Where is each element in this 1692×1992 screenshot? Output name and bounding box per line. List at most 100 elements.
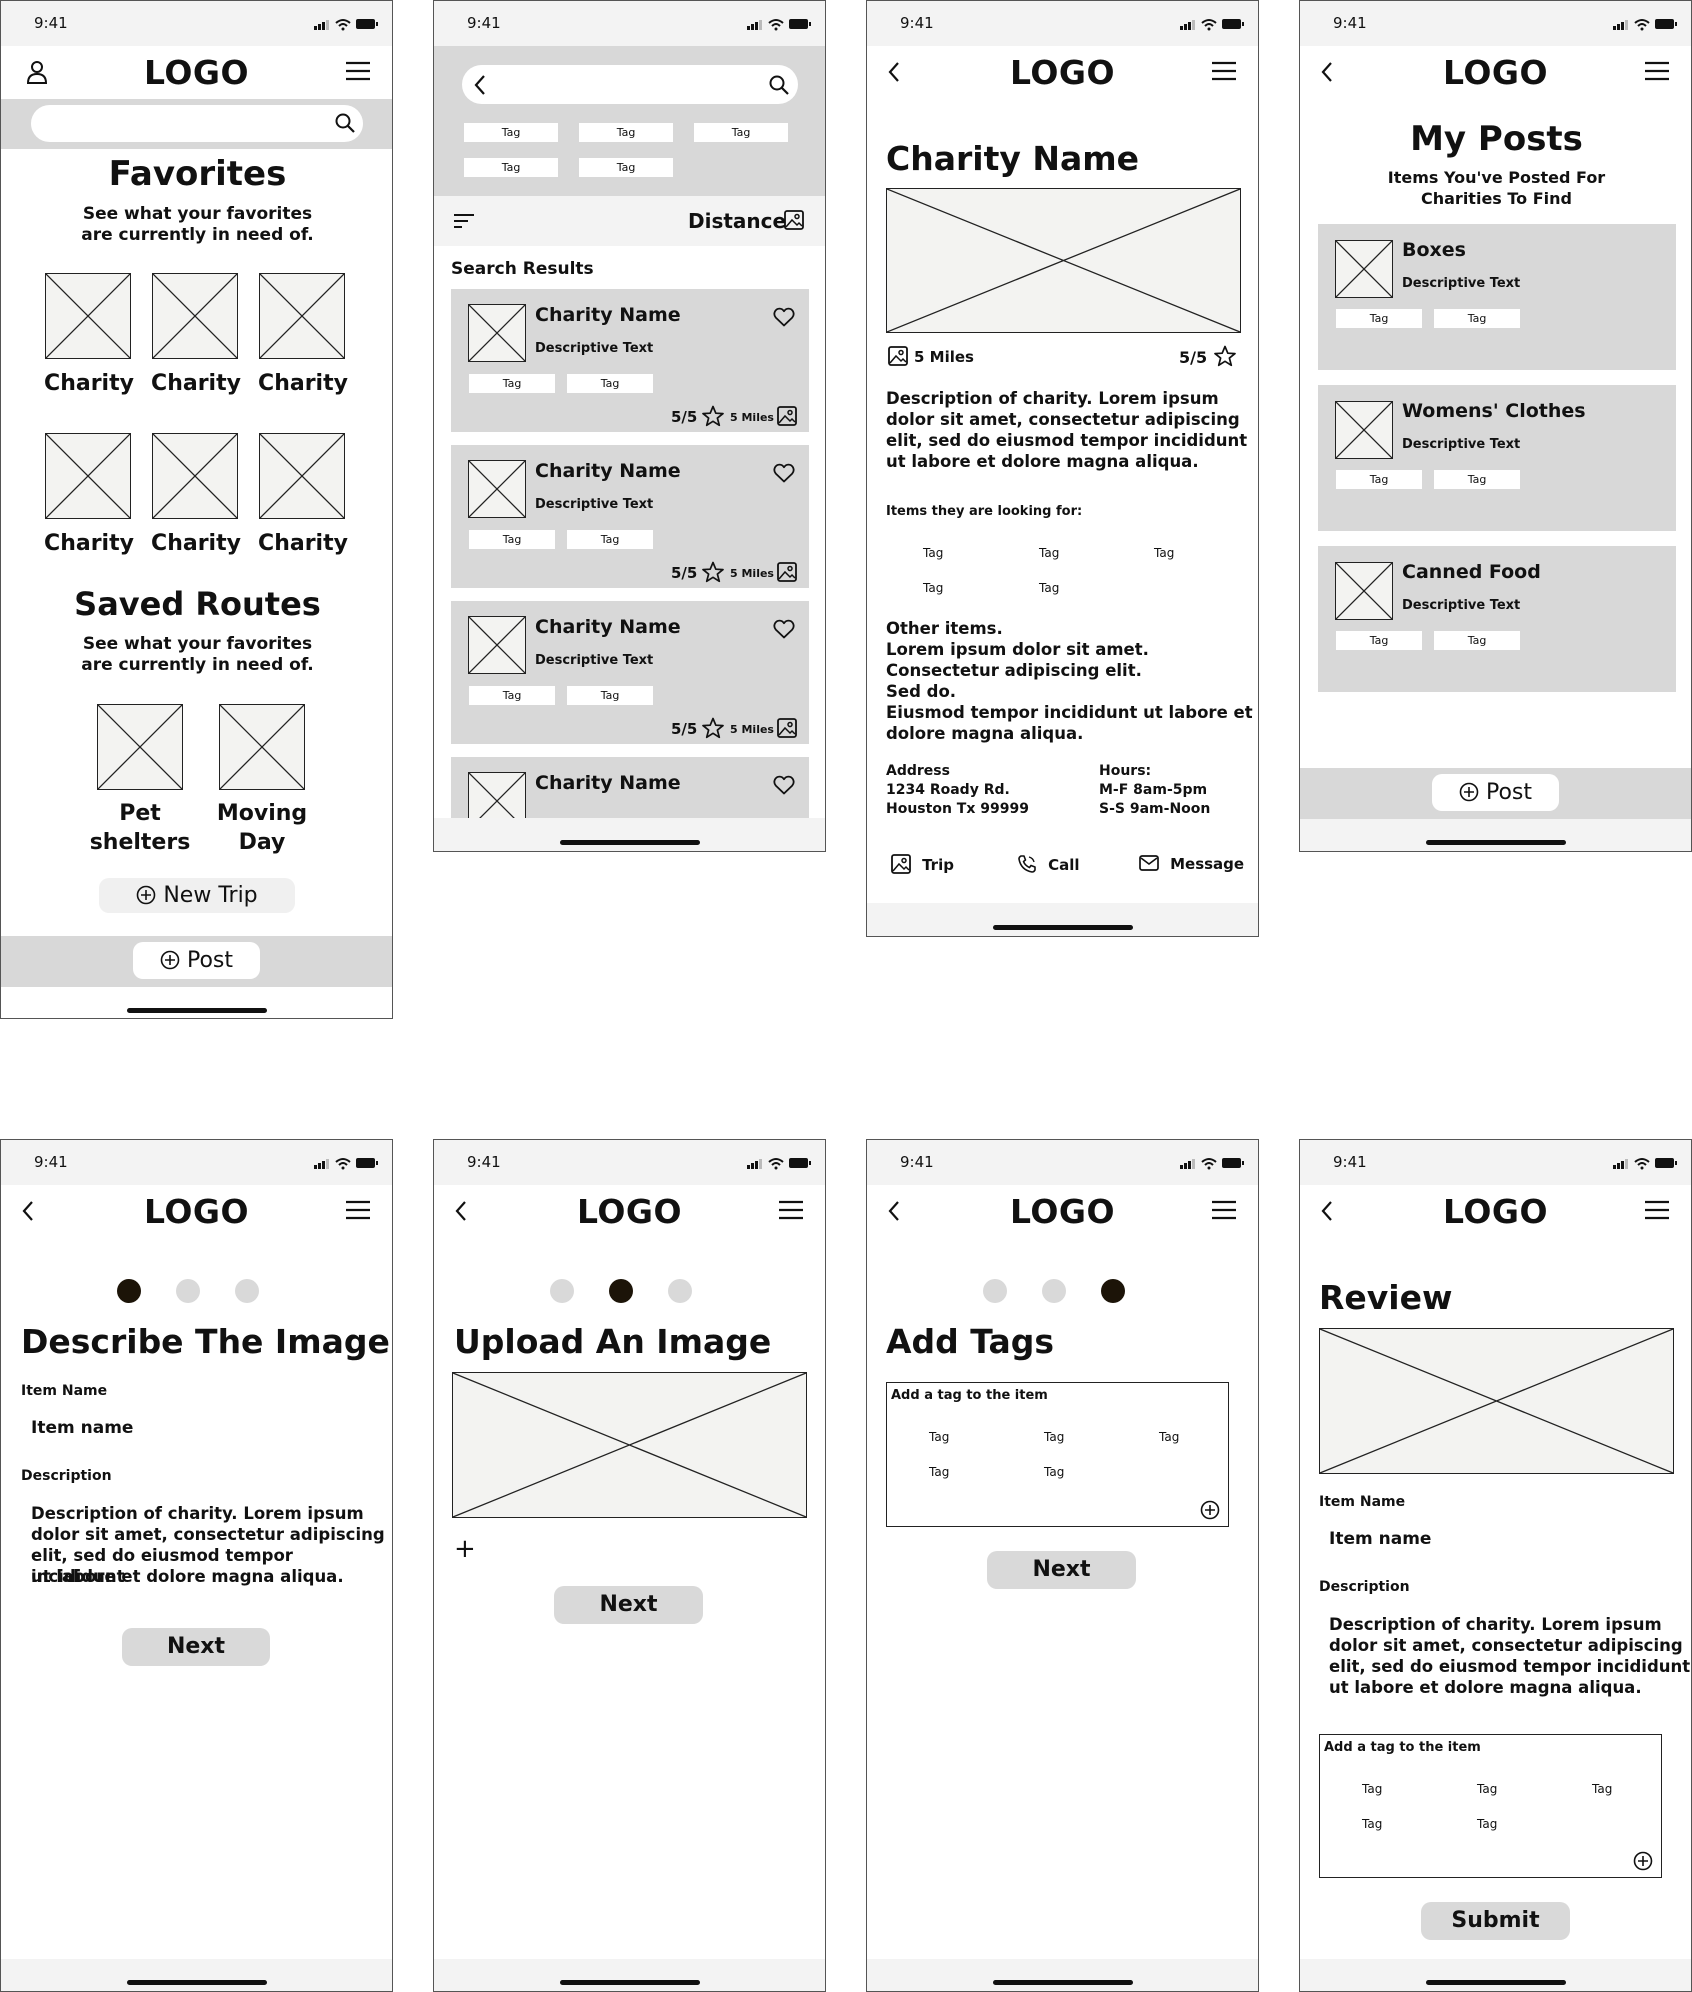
tag[interactable]: Tag (1044, 1430, 1064, 1444)
tag[interactable]: Tag (469, 374, 555, 393)
charity-description-line: dolor sit amet, consectetur adipiscing (886, 410, 1240, 429)
trip-action[interactable]: Trip (891, 854, 971, 876)
submit-button[interactable]: Submit (1421, 1902, 1570, 1940)
tag[interactable]: Tag (1336, 631, 1422, 650)
description-field-line[interactable]: dolor sit amet, consectetur adipiscing (1329, 1635, 1683, 1656)
next-button[interactable]: Next (987, 1551, 1136, 1589)
filter-tag[interactable]: Tag (464, 123, 558, 142)
tag-box[interactable] (1319, 1734, 1662, 1878)
tag[interactable]: Tag (1434, 631, 1520, 650)
tag[interactable]: Tag (1336, 309, 1422, 328)
post-button[interactable]: Post (133, 942, 260, 979)
search-input[interactable] (31, 105, 363, 142)
menu-icon[interactable] (1645, 61, 1669, 81)
menu-icon[interactable] (1645, 1200, 1669, 1220)
filter-tag[interactable]: Tag (579, 158, 673, 177)
favorite-charity-label: Charity (44, 371, 134, 396)
favorite-charity-image[interactable] (259, 433, 345, 519)
heart-icon[interactable] (773, 619, 795, 639)
status-bar: 9:41 (434, 1140, 825, 1185)
filter-tag[interactable]: Tag (464, 158, 558, 177)
charity-distance: 5 Miles (914, 348, 974, 366)
item-name-field[interactable]: Item name (1329, 1529, 1431, 1549)
description-field-line[interactable]: ut labore et dolore magna aliqua. (1329, 1677, 1642, 1698)
tag[interactable]: Tag (1362, 1817, 1382, 1831)
message-action[interactable]: Message (1139, 854, 1249, 876)
star-icon[interactable] (702, 561, 724, 583)
add-tag-icon[interactable] (1200, 1500, 1220, 1520)
tag[interactable]: Tag (929, 1465, 949, 1479)
tag[interactable]: Tag (1477, 1817, 1497, 1831)
route-image[interactable] (219, 704, 305, 790)
sort-label[interactable]: Distance (688, 209, 786, 233)
saved-routes-title: Saved Routes (74, 585, 321, 623)
tag[interactable]: Tag (1362, 1782, 1382, 1796)
tag[interactable]: Tag (469, 686, 555, 705)
tag[interactable]: Tag (1336, 470, 1422, 489)
add-image-button[interactable]: + (454, 1534, 476, 1564)
star-icon[interactable] (1214, 345, 1236, 367)
route-label-line1: Pet (119, 801, 161, 826)
tag[interactable]: Tag (567, 374, 653, 393)
heart-icon[interactable] (773, 775, 795, 795)
bottom-area (867, 903, 1258, 936)
star-icon[interactable] (702, 405, 724, 427)
tag[interactable]: Tag (1592, 1782, 1612, 1796)
tag[interactable]: Tag (567, 686, 653, 705)
tag[interactable]: Tag (923, 546, 943, 560)
tag[interactable]: Tag (1044, 1465, 1064, 1479)
result-description: Descriptive Text (535, 497, 654, 512)
tag[interactable]: Tag (1159, 1430, 1179, 1444)
description-field-line[interactable]: Description of charity. Lorem ipsum (1329, 1614, 1662, 1635)
search-icon[interactable] (334, 112, 356, 134)
description-field-line[interactable]: elit, sed do eiusmod tempor incididunt (1329, 1656, 1690, 1677)
menu-icon[interactable] (1212, 61, 1236, 81)
description-field-line[interactable]: ut labore et dolore magna aliqua. (31, 1566, 344, 1587)
tag[interactable]: Tag (567, 530, 653, 549)
home-indicator (126, 1008, 267, 1013)
new-trip-button[interactable]: New Trip (99, 878, 295, 913)
post-button[interactable]: Post (1432, 774, 1559, 811)
tag[interactable]: Tag (1434, 309, 1520, 328)
search-icon[interactable] (768, 74, 790, 96)
upload-image-area[interactable] (452, 1372, 807, 1518)
tag[interactable]: Tag (469, 530, 555, 549)
favorite-charity-image[interactable] (45, 433, 131, 519)
tag[interactable]: Tag (929, 1430, 949, 1444)
route-image[interactable] (97, 704, 183, 790)
description-field-line[interactable]: dolor sit amet, consectetur adipiscing (31, 1524, 385, 1545)
filter-tag[interactable]: Tag (694, 123, 788, 142)
favorite-charity-image[interactable] (259, 273, 345, 359)
favorite-charity-image[interactable] (152, 433, 238, 519)
description-field-line[interactable]: Description of charity. Lorem ipsum (31, 1503, 364, 1524)
other-items-line: Eiusmod tempor incididunt ut labore et (886, 703, 1253, 722)
heart-icon[interactable] (773, 307, 795, 327)
address-line: 1234 Roady Rd. (886, 782, 1010, 798)
menu-icon[interactable] (779, 1200, 803, 1220)
status-time: 9:41 (34, 14, 68, 32)
search-input[interactable] (462, 65, 798, 104)
tag[interactable]: Tag (1477, 1782, 1497, 1796)
sort-icon[interactable] (454, 213, 474, 229)
tag[interactable]: Tag (1154, 546, 1174, 560)
add-tag-icon[interactable] (1633, 1851, 1653, 1871)
tag-box-label: Add a tag to the item (891, 1388, 1048, 1403)
tag[interactable]: Tag (923, 581, 943, 595)
back-arrow-icon[interactable] (473, 74, 487, 96)
star-icon[interactable] (702, 717, 724, 739)
tag[interactable]: Tag (1434, 470, 1520, 489)
item-name-field[interactable]: Item name (31, 1418, 133, 1438)
tag[interactable]: Tag (1039, 546, 1059, 560)
next-button[interactable]: Next (554, 1586, 703, 1624)
filter-tag[interactable]: Tag (579, 123, 673, 142)
tag-box[interactable] (886, 1382, 1229, 1527)
tag[interactable]: Tag (1039, 581, 1059, 595)
menu-icon[interactable] (1212, 1200, 1236, 1220)
call-action[interactable]: Call (1017, 854, 1097, 876)
menu-icon[interactable] (346, 61, 370, 81)
favorite-charity-image[interactable] (152, 273, 238, 359)
favorite-charity-image[interactable] (45, 273, 131, 359)
next-button[interactable]: Next (122, 1628, 270, 1666)
heart-icon[interactable] (773, 463, 795, 483)
menu-icon[interactable] (346, 1200, 370, 1220)
